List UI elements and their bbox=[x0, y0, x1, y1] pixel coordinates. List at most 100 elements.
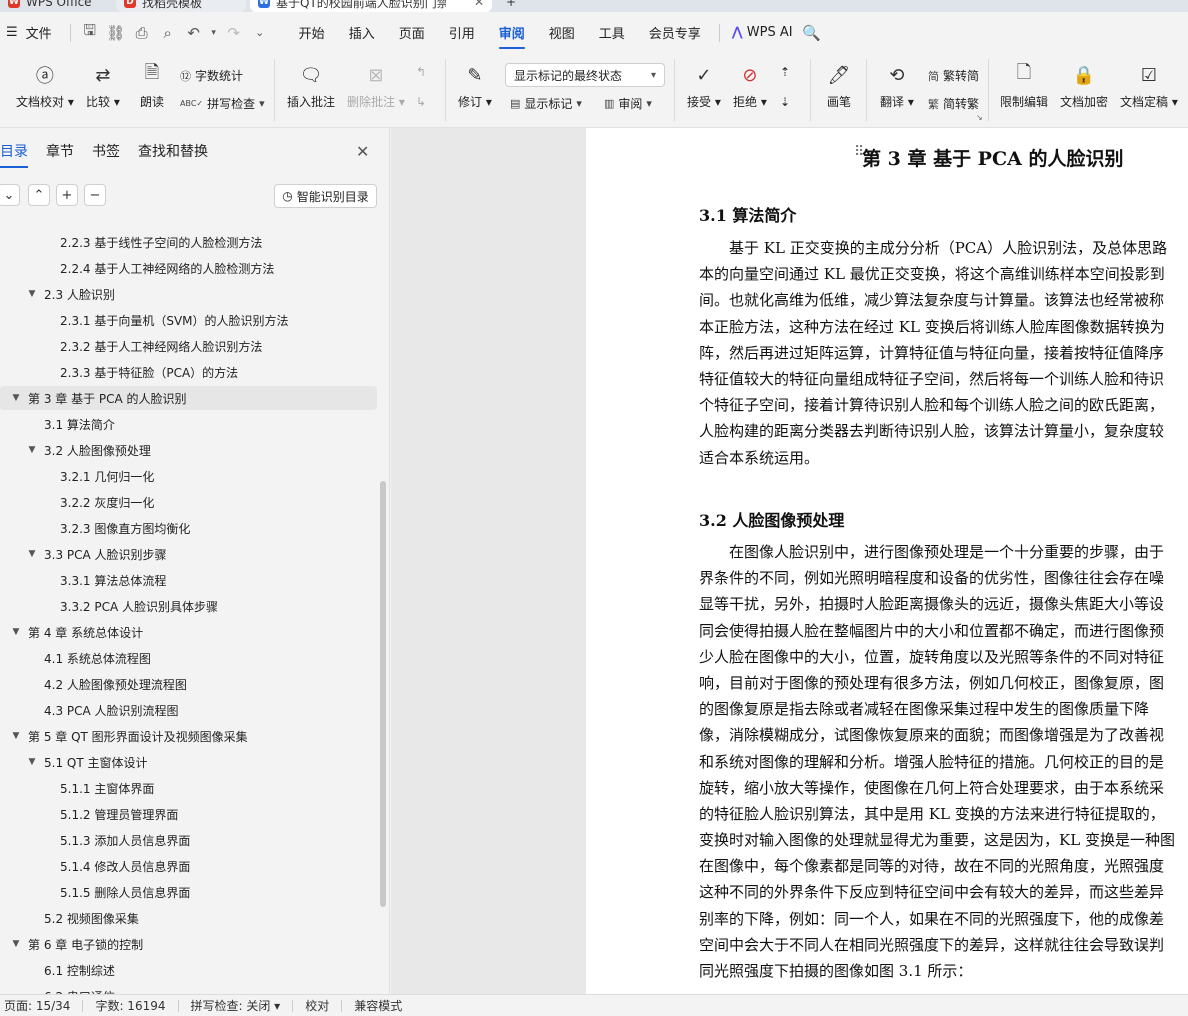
proofread-button[interactable]: ⓐ 文档校对 ▾ bbox=[16, 61, 74, 110]
dialog-launcher-icon[interactable]: ↘ bbox=[976, 113, 983, 122]
add-heading-icon[interactable]: + bbox=[56, 184, 78, 206]
toc-item[interactable]: 6.2 串口通信 bbox=[0, 984, 380, 995]
toc-item[interactable]: 2.3.1 基于向量机（SVM）的人脸识别方法 bbox=[0, 308, 380, 332]
toc-item[interactable]: 4.3 PCA 人脸识别流程图 bbox=[0, 698, 380, 722]
traditional-to-simplified-button[interactable]: 简 繁转简 bbox=[928, 67, 979, 84]
spell-check-button[interactable]: ABC✓ 拼写检查 ▾ bbox=[180, 95, 265, 112]
accept-button[interactable]: ✓ 接受 ▾ bbox=[687, 61, 721, 110]
toc-item[interactable]: 3.3.2 PCA 人脸识别具体步骤 bbox=[0, 594, 380, 618]
prev-change-icon[interactable]: ⇡ bbox=[780, 65, 790, 79]
level-up-icon[interactable]: ⌃ bbox=[28, 184, 50, 206]
save-icon[interactable]: 🖫 bbox=[77, 12, 103, 53]
redo-icon[interactable]: ↷ bbox=[221, 12, 247, 53]
menu-insert[interactable]: 插入 bbox=[337, 12, 387, 53]
toc-item[interactable]: 4.2 人脸图像预处理流程图 bbox=[0, 672, 380, 696]
menu-home[interactable]: 开始 bbox=[287, 12, 337, 53]
toc-item[interactable]: ▼ 第 4 章 系统总体设计 bbox=[0, 620, 380, 644]
review-pane-button[interactable]: ▥ 审阅 ▾ bbox=[604, 95, 652, 112]
toc-item[interactable]: 2.2.3 基于线性子空间的人脸检测方法 bbox=[0, 230, 380, 254]
expand-arrow-icon[interactable]: ▼ bbox=[10, 939, 22, 949]
next-comment-icon[interactable]: ↳ bbox=[416, 95, 426, 109]
close-icon[interactable]: ✕ bbox=[356, 142, 369, 161]
menu-page[interactable]: 页面 bbox=[387, 12, 437, 53]
toc-item[interactable]: 4.1 系统总体流程图 bbox=[0, 646, 380, 670]
print-icon[interactable]: ⎙ bbox=[129, 12, 155, 53]
undo-icon[interactable]: ↶ bbox=[181, 12, 207, 53]
tab-docer-templates[interactable]: D 找稻壳模板 bbox=[116, 0, 246, 12]
tab-toc[interactable]: 目录 bbox=[0, 128, 28, 174]
toc-item[interactable]: ▼ 3.2 人脸图像预处理 bbox=[0, 438, 380, 462]
tab-find-replace[interactable]: 查找和替换 bbox=[138, 128, 208, 174]
toc-item[interactable]: 3.3.1 算法总体流程 bbox=[0, 568, 380, 592]
toc-item[interactable]: 2.2.4 基于人工神经网络的人脸检测方法 bbox=[0, 256, 380, 280]
menu-view[interactable]: 视图 bbox=[537, 12, 587, 53]
print-preview-icon[interactable]: ⌕ bbox=[155, 12, 181, 53]
menu-tools[interactable]: 工具 bbox=[587, 12, 637, 53]
delete-comment-button[interactable]: ⊠ 删除批注 ▾ bbox=[347, 61, 405, 110]
toc-item[interactable]: ▼ 第 6 章 电子锁的控制 bbox=[0, 932, 380, 956]
encrypt-document-button[interactable]: 🔒 文档加密 bbox=[1060, 61, 1108, 110]
remove-heading-icon[interactable]: − bbox=[84, 184, 106, 206]
toc-item[interactable]: 2.3.2 基于人工神经网络人脸识别方法 bbox=[0, 334, 380, 358]
toc-item[interactable]: 5.1.1 主窗体界面 bbox=[0, 776, 380, 800]
tab-bookmarks[interactable]: 书签 bbox=[92, 128, 120, 174]
tab-current-document[interactable]: W 基于QT的校园前端人脸识别门禁管理系统 ✕ bbox=[250, 0, 492, 12]
toc-item[interactable]: 5.2 视频图像采集 bbox=[0, 906, 380, 930]
toc-item[interactable]: ▼ 2.3 人脸识别 bbox=[0, 282, 380, 306]
expand-arrow-icon[interactable]: ▼ bbox=[26, 445, 38, 455]
proofread-indicator[interactable]: 校对 bbox=[293, 995, 341, 1016]
toc-item[interactable]: 5.1.2 管理员管理界面 bbox=[0, 802, 380, 826]
prev-comment-icon[interactable]: ↰ bbox=[416, 65, 426, 79]
toc-scrollbar[interactable] bbox=[380, 481, 386, 907]
read-aloud-button[interactable]: 🗎 朗读 bbox=[138, 61, 166, 110]
simplified-to-traditional-button[interactable]: 繁 简转繁 bbox=[928, 95, 979, 112]
expand-arrow-icon[interactable]: ▼ bbox=[26, 549, 38, 559]
toc-item[interactable]: 3.1 算法简介 bbox=[0, 412, 380, 436]
search-icon[interactable]: 🔍 bbox=[799, 12, 825, 53]
tab-chapters[interactable]: 章节 bbox=[46, 128, 74, 174]
menu-references[interactable]: 引用 bbox=[437, 12, 487, 53]
expand-arrow-icon[interactable]: ▼ bbox=[26, 757, 38, 767]
close-tab-icon[interactable]: ✕ bbox=[474, 0, 484, 9]
page-indicator[interactable]: 页面: 15/34 bbox=[0, 995, 82, 1016]
track-changes-button[interactable]: ✎ 修订 ▾ bbox=[458, 61, 492, 110]
restrict-editing-button[interactable]: 🗋 限制编辑 bbox=[1000, 61, 1048, 110]
show-markup-button[interactable]: ▤ 显示标记 ▾ bbox=[510, 95, 582, 112]
word-count-button[interactable]: ⑫ 字数统计 bbox=[180, 67, 243, 84]
smart-recognize-toc-button[interactable]: ◷ 智能识别目录 bbox=[274, 184, 377, 208]
new-tab-icon[interactable]: + bbox=[498, 0, 522, 12]
menu-review[interactable]: 审阅 bbox=[487, 12, 537, 53]
collapse-all-icon[interactable]: ⌄ bbox=[0, 184, 20, 206]
expand-arrow-icon[interactable]: ▼ bbox=[26, 289, 38, 299]
toc-item[interactable]: ▼ 第 3 章 基于 PCA 的人脸识别 bbox=[0, 386, 377, 410]
share-link-icon[interactable]: ⛓ bbox=[103, 12, 129, 53]
toc-item[interactable]: ▼ 第 5 章 QT 图形界面设计及视频图像采集 bbox=[0, 724, 380, 748]
toc-item[interactable]: 3.2.1 几何归一化 bbox=[0, 464, 380, 488]
tab-wps-office[interactable]: W WPS Office bbox=[0, 0, 112, 12]
document-page[interactable]: ⠿ 第 3 章 基于 PCA 的人脸识别 3.1 算法简介 基于 KL 正交变换… bbox=[586, 128, 1188, 994]
reject-button[interactable]: ⊘ 拒绝 ▾ bbox=[733, 61, 767, 110]
toc-item[interactable]: 3.2.3 图像直方图均衡化 bbox=[0, 516, 380, 540]
translate-button[interactable]: ⟲ 翻译 ▾ bbox=[880, 61, 914, 110]
toc-item[interactable]: 3.2.2 灰度归一化 bbox=[0, 490, 380, 514]
undo-dropdown-icon[interactable]: ▾ bbox=[207, 12, 221, 53]
expand-arrow-icon[interactable]: ▼ bbox=[10, 393, 22, 403]
insert-comment-button[interactable]: 🗨 插入批注 bbox=[287, 61, 335, 110]
toc-item[interactable]: 2.3.3 基于特征脸（PCA）的方法 bbox=[0, 360, 380, 384]
menu-member[interactable]: 会员专享 bbox=[637, 12, 713, 53]
wps-ai-button[interactable]: ⋀ WPS AI bbox=[726, 12, 799, 53]
toc-item[interactable]: ▼ 5.1 QT 主窗体设计 bbox=[0, 750, 380, 774]
next-change-icon[interactable]: ⇣ bbox=[780, 95, 790, 109]
expand-arrow-icon[interactable]: ▼ bbox=[10, 731, 22, 741]
quick-access-more-icon[interactable]: ⌄ bbox=[247, 12, 273, 53]
word-count-indicator[interactable]: 字数: 16194 bbox=[83, 995, 177, 1016]
expand-arrow-icon[interactable]: ▼ bbox=[10, 627, 22, 637]
file-menu[interactable]: ☰ 文件 bbox=[0, 12, 64, 53]
toc-item[interactable]: 6.1 控制综述 bbox=[0, 958, 380, 982]
markup-display-select[interactable]: 显示标记的最终状态 ▾ bbox=[505, 63, 665, 87]
toc-item[interactable]: 5.1.5 删除人员信息界面 bbox=[0, 880, 380, 904]
toc-item[interactable]: 5.1.3 添加人员信息界面 bbox=[0, 828, 380, 852]
finalize-document-button[interactable]: ☑ 文档定稿 ▾ bbox=[1120, 61, 1178, 110]
compare-button[interactable]: ⇄ 比较 ▾ bbox=[86, 61, 120, 110]
toc-item[interactable]: 5.1.4 修改人员信息界面 bbox=[0, 854, 380, 878]
